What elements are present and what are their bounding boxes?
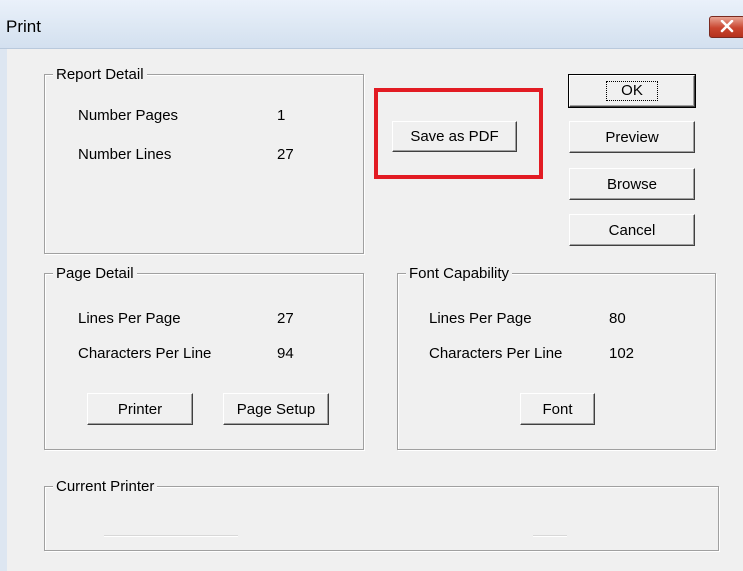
font-button[interactable]: Font bbox=[520, 393, 595, 425]
page-chars-per-line-label: Characters Per Line bbox=[78, 345, 212, 362]
report-detail-group: Report Detail bbox=[44, 66, 364, 254]
browse-button[interactable]: Browse bbox=[569, 168, 695, 200]
printer-port-field bbox=[533, 535, 567, 537]
page-lines-per-page-label: Lines Per Page bbox=[78, 310, 181, 327]
close-icon bbox=[720, 20, 734, 33]
font-chars-per-line-label: Characters Per Line bbox=[429, 345, 563, 362]
font-chars-per-line-value: 102 bbox=[609, 345, 635, 362]
printer-name-field bbox=[104, 535, 238, 537]
preview-button[interactable]: Preview bbox=[569, 121, 695, 153]
cancel-button[interactable]: Cancel bbox=[569, 214, 695, 246]
current-printer-group: Current Printer bbox=[44, 478, 719, 551]
current-printer-legend: Current Printer bbox=[53, 478, 158, 495]
close-button[interactable] bbox=[709, 16, 743, 38]
font-capability-legend: Font Capability bbox=[406, 265, 513, 282]
window-title: Print bbox=[6, 17, 41, 36]
page-detail-legend: Page Detail bbox=[53, 265, 137, 282]
page-chars-per-line-value: 94 bbox=[277, 345, 294, 362]
ok-button-label: OK bbox=[606, 81, 658, 101]
font-lines-per-page-value: 80 bbox=[609, 310, 626, 327]
font-lines-per-page-label: Lines Per Page bbox=[429, 310, 532, 327]
number-lines-value: 27 bbox=[277, 146, 294, 163]
number-pages-label: Number Pages bbox=[78, 107, 179, 124]
page-setup-button[interactable]: Page Setup bbox=[223, 393, 329, 425]
printer-button[interactable]: Printer bbox=[87, 393, 193, 425]
page-lines-per-page-value: 27 bbox=[277, 310, 294, 327]
print-dialog: Print Report Detail Number Pages 1 Numbe… bbox=[0, 0, 743, 571]
title-bar[interactable]: Print bbox=[0, 0, 743, 49]
ok-button[interactable]: OK bbox=[568, 74, 696, 108]
number-lines-label: Number Lines bbox=[78, 146, 172, 163]
save-as-pdf-button[interactable]: Save as PDF bbox=[392, 121, 517, 152]
report-detail-legend: Report Detail bbox=[53, 66, 147, 83]
number-pages-value: 1 bbox=[277, 107, 286, 124]
